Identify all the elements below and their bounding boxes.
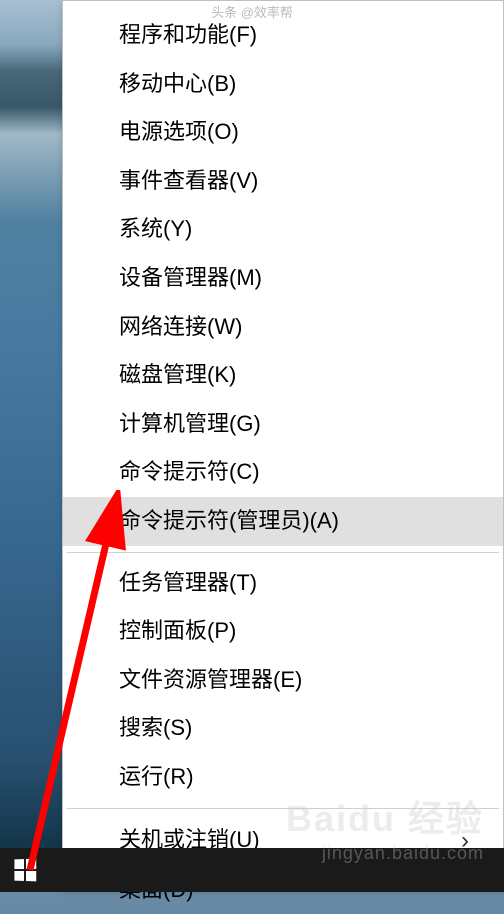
menu-item-label: 磁盘管理(K) <box>119 361 236 390</box>
menu-command-prompt[interactable]: 命令提示符(C) <box>63 448 503 497</box>
menu-file-explorer[interactable]: 文件资源管理器(E) <box>63 656 503 705</box>
menu-separator <box>67 808 499 809</box>
menu-item-label: 事件查看器(V) <box>119 167 258 196</box>
menu-run[interactable]: 运行(R) <box>63 753 503 802</box>
menu-item-label: 设备管理器(M) <box>119 264 262 293</box>
menu-item-label: 搜索(S) <box>119 714 192 743</box>
menu-item-label: 程序和功能(F) <box>119 21 257 50</box>
menu-control-panel[interactable]: 控制面板(P) <box>63 607 503 656</box>
menu-command-prompt-admin[interactable]: 命令提示符(管理员)(A) <box>63 497 503 546</box>
menu-item-label: 控制面板(P) <box>119 617 236 646</box>
menu-item-label: 移动中心(B) <box>119 70 236 99</box>
menu-event-viewer[interactable]: 事件查看器(V) <box>63 157 503 206</box>
menu-programs-features[interactable]: 程序和功能(F) <box>63 11 503 60</box>
menu-item-label: 电源选项(O) <box>119 118 239 147</box>
windows-logo-icon <box>14 859 36 882</box>
menu-item-label: 系统(Y) <box>119 215 192 244</box>
menu-item-label: 网络连接(W) <box>119 313 242 342</box>
taskbar <box>0 848 504 892</box>
menu-computer-management[interactable]: 计算机管理(G) <box>63 400 503 449</box>
menu-item-label: 运行(R) <box>119 763 194 792</box>
menu-item-label: 命令提示符(C) <box>119 458 260 487</box>
start-button[interactable] <box>0 848 50 892</box>
menu-separator <box>67 552 499 553</box>
menu-task-manager[interactable]: 任务管理器(T) <box>63 559 503 608</box>
menu-item-label: 计算机管理(G) <box>119 410 261 439</box>
menu-mobility-center[interactable]: 移动中心(B) <box>63 60 503 109</box>
menu-network-connections[interactable]: 网络连接(W) <box>63 303 503 352</box>
menu-disk-management[interactable]: 磁盘管理(K) <box>63 351 503 400</box>
menu-device-manager[interactable]: 设备管理器(M) <box>63 254 503 303</box>
menu-power-options[interactable]: 电源选项(O) <box>63 108 503 157</box>
menu-search[interactable]: 搜索(S) <box>63 704 503 753</box>
menu-system[interactable]: 系统(Y) <box>63 205 503 254</box>
winx-context-menu: 程序和功能(F) 移动中心(B) 电源选项(O) 事件查看器(V) 系统(Y) 设备管理器… <box>62 0 504 888</box>
menu-item-label: 命令提示符(管理员)(A) <box>119 507 339 536</box>
menu-item-label: 任务管理器(T) <box>119 569 257 598</box>
menu-item-label: 文件资源管理器(E) <box>119 666 302 695</box>
